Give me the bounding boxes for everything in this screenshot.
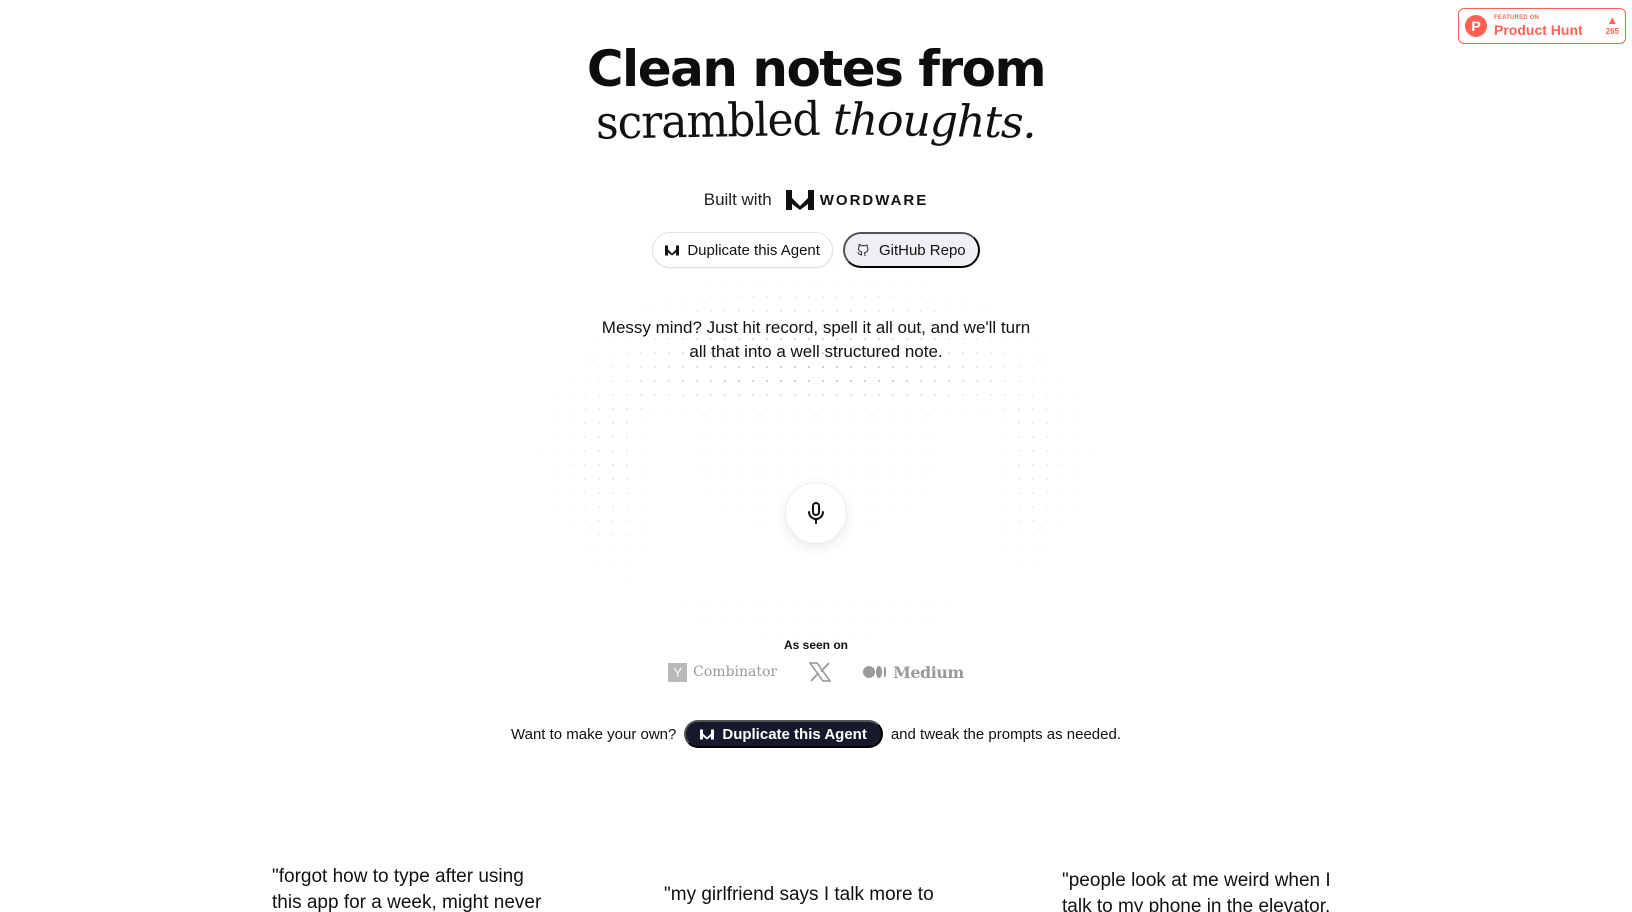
- wordware-brand-text: WORDWARE: [819, 191, 929, 209]
- github-repo-label: GitHub Repo: [878, 241, 966, 259]
- testimonial-2-line-1: "my girlfriend says I talk more to: [664, 884, 934, 905]
- medium-logo-icon: [863, 666, 887, 678]
- subtitle-word-thoughts: thoughts.: [832, 94, 1037, 149]
- duplicate-agent-label: Duplicate this Agent: [687, 241, 820, 259]
- cta-row: Want to make your own? Duplicate this Ag…: [0, 720, 1632, 748]
- wordware-logo-icon: [665, 245, 680, 255]
- product-hunt-logo-icon: P: [1465, 15, 1487, 37]
- cta-suffix: and tweak the prompts as needed.: [890, 725, 1121, 743]
- product-hunt-featured-label: FEATURED ON: [1494, 15, 1540, 21]
- cta-prefix: Want to make your own?: [511, 725, 677, 743]
- testimonial-3-line-1: "people look at me weird when I: [1062, 870, 1331, 891]
- duplicate-agent-cta-label: Duplicate this Agent: [722, 725, 867, 743]
- microphone-icon: [808, 502, 824, 524]
- product-hunt-badge[interactable]: P FEATURED ON Product Hunt ▲ 265: [1458, 8, 1626, 44]
- built-with-label: Built with: [703, 190, 772, 209]
- ycombinator-link[interactable]: Y Combinator: [668, 662, 778, 682]
- tagline: Messy mind? Just hit record, spell it al…: [0, 316, 1632, 364]
- medium-text: Medium: [893, 662, 964, 682]
- tagline-line-2: all that into a well structured note.: [689, 342, 943, 361]
- wordware-brand-link[interactable]: WORDWARE: [785, 190, 929, 210]
- as-seen-on-label: As seen on: [783, 638, 849, 652]
- product-hunt-vote-count: 265: [1605, 26, 1619, 36]
- page-title: Clean notes from: [586, 40, 1047, 98]
- upvote-arrow-icon: ▲: [1608, 15, 1616, 26]
- ycombinator-text: Combinator: [693, 664, 778, 680]
- duplicate-agent-cta-button[interactable]: Duplicate this Agent: [684, 720, 883, 748]
- as-seen-on-logos: Y Combinator Medium: [0, 662, 1632, 682]
- wordware-logo-icon: [700, 729, 715, 739]
- testimonial-1: "forgot how to type after using this app…: [272, 864, 572, 912]
- page-subtitle: scrambled thoughts.: [0, 92, 1632, 151]
- x-logo-icon: [809, 662, 832, 682]
- built-with-row: Built with WORDWARE: [0, 190, 1632, 210]
- testimonial-3-line-2: talk to my phone in the elevator,: [1062, 896, 1331, 912]
- product-hunt-text: FEATURED ON Product Hunt: [1494, 15, 1583, 37]
- product-hunt-votes: ▲ 265: [1605, 15, 1619, 36]
- subtitle-word-scrambled: scrambled: [595, 92, 821, 151]
- medium-link[interactable]: Medium: [863, 663, 964, 682]
- product-hunt-name: Product Hunt: [1494, 22, 1583, 38]
- ycombinator-logo-icon: Y: [668, 662, 688, 682]
- testimonial-3: "people look at me weird when I talk to …: [1062, 868, 1362, 912]
- record-button[interactable]: [785, 482, 847, 544]
- github-icon: [857, 243, 869, 257]
- testimonial-1-line-2: this app for a week, might never: [272, 892, 542, 912]
- tagline-line-1: Messy mind? Just hit record, spell it al…: [601, 318, 1031, 337]
- x-link[interactable]: [809, 662, 832, 682]
- testimonial-1-line-1: "forgot how to type after using: [272, 866, 524, 887]
- wordware-logo-icon: [785, 190, 814, 210]
- testimonial-2: "my girlfriend says I talk more to: [664, 882, 964, 908]
